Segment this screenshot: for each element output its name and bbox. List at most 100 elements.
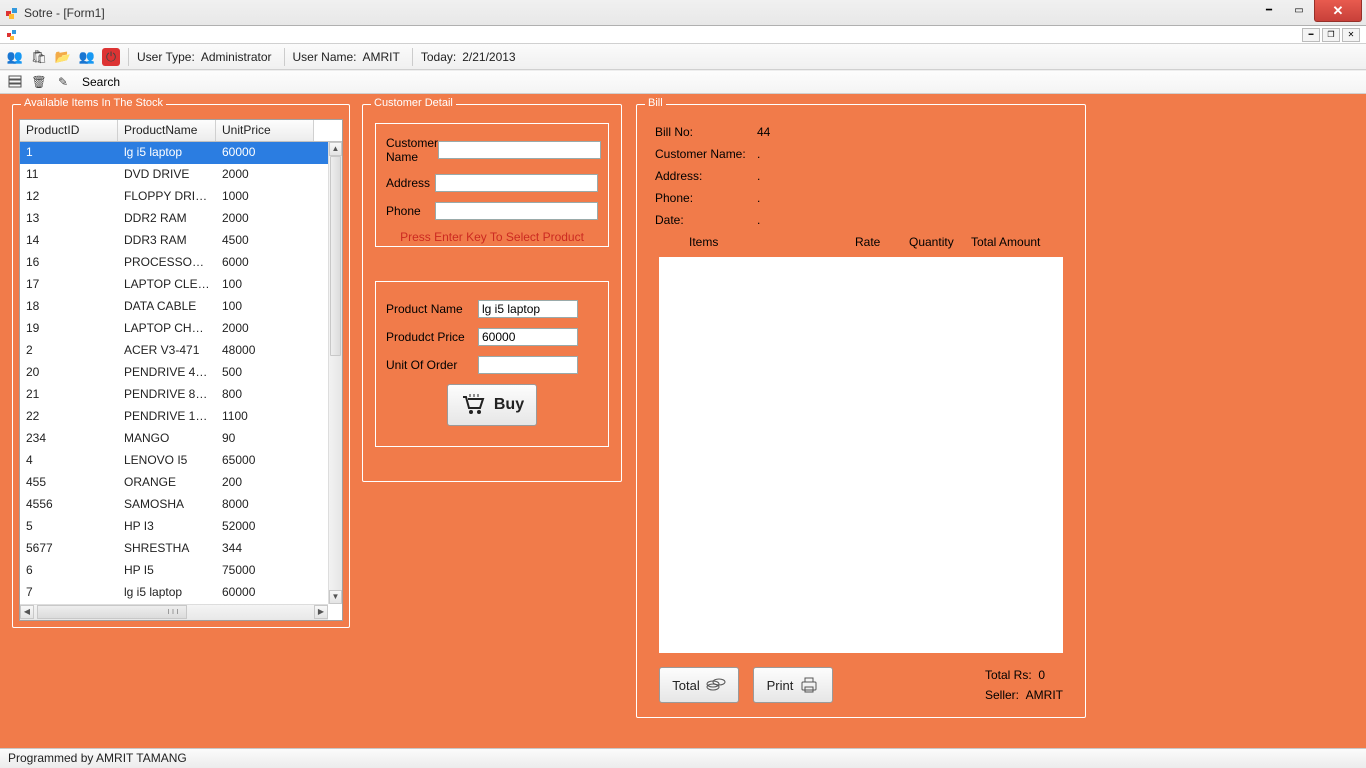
edit-icon[interactable]: ✎ (54, 73, 72, 91)
mdi-row: ━ ❐ ✕ (0, 26, 1366, 44)
col-header-price[interactable]: UnitPrice (216, 120, 314, 141)
table-row[interactable]: 22PENDRIVE 16GB1100 (20, 406, 328, 428)
product-price-label: Produdct Price (386, 330, 478, 344)
customer-groupbox: Customer Detail Customer Name Address Ph… (362, 104, 622, 482)
col-header-id[interactable]: ProductID (20, 120, 118, 141)
cell-price: 500 (216, 362, 314, 384)
mdi-minimize-button[interactable]: ━ (1302, 28, 1320, 42)
content-area: Available Items In The Stock ProductID P… (0, 94, 1366, 748)
table-row[interactable]: 12FLOPPY DRIVE1000 (20, 186, 328, 208)
cell-name: HP I3 (118, 516, 216, 538)
users-icon[interactable]: 👥 (6, 48, 24, 66)
table-row[interactable]: 18DATA CABLE100 (20, 296, 328, 318)
col-rate: Rate (855, 235, 909, 249)
cell-price: 2000 (216, 208, 314, 230)
cell-price: 65000 (216, 450, 314, 472)
buy-label: Buy (494, 396, 524, 414)
minimize-button[interactable]: ━ (1254, 0, 1284, 20)
table-row[interactable]: 5677SHRESTHA344 (20, 538, 328, 560)
username-value: AMRIT (363, 50, 400, 64)
table-row[interactable]: 6HP I575000 (20, 560, 328, 582)
print-button[interactable]: Print (753, 667, 833, 703)
group-icon[interactable]: 👥 (78, 48, 96, 66)
cell-id: 4556 (20, 494, 118, 516)
seller-value: AMRIT (1026, 688, 1063, 702)
vertical-scrollbar[interactable]: ▲ ▼ (328, 142, 342, 604)
cell-name: PENDRIVE 16GB (118, 406, 216, 428)
cell-price: 4500 (216, 230, 314, 252)
customer-legend: Customer Detail (371, 97, 456, 109)
cell-price: 200 (216, 472, 314, 494)
table-row[interactable]: 455ORANGE200 (20, 472, 328, 494)
total-button[interactable]: Total (659, 667, 739, 703)
close-button[interactable]: ✕ (1314, 0, 1362, 22)
table-row[interactable]: 1lg i5 laptop60000 (20, 142, 328, 164)
horizontal-scrollbar[interactable]: ◀ ııı ▶ (20, 604, 328, 620)
unit-order-input[interactable] (478, 356, 578, 374)
cell-price: 8000 (216, 494, 314, 516)
table-row[interactable]: 234MANGO90 (20, 428, 328, 450)
table-row[interactable]: 14DDR3 RAM4500 (20, 230, 328, 252)
list-icon[interactable] (6, 73, 24, 91)
table-row[interactable]: 21PENDRIVE 8GB800 (20, 384, 328, 406)
scroll-right-button[interactable]: ▶ (314, 605, 328, 619)
customer-phone-input[interactable] (435, 202, 598, 220)
table-row[interactable]: 13DDR2 RAM2000 (20, 208, 328, 230)
customer-panel: Customer Name Address Phone Press Enter … (375, 123, 609, 247)
mdi-close-button[interactable]: ✕ (1342, 28, 1360, 42)
bill-info: Bill No:44 Customer Name:. Address:. Pho… (655, 121, 1067, 231)
cell-price: 2000 (216, 318, 314, 340)
bill-items-list[interactable] (659, 257, 1063, 653)
table-row[interactable]: 20PENDRIVE 4GB500 (20, 362, 328, 384)
print-label: Print (767, 678, 794, 693)
power-icon[interactable]: ⏻ (102, 48, 120, 66)
product-panel: Product Name Produdct Price Unit Of Orde… (375, 281, 609, 447)
table-row[interactable]: 7lg i5 laptop60000 (20, 582, 328, 604)
usertype-value: Administrator (201, 50, 272, 64)
cell-price: 1100 (216, 406, 314, 428)
table-row[interactable]: 5HP I352000 (20, 516, 328, 538)
scroll-thumb[interactable] (330, 156, 341, 356)
table-row[interactable]: 4LENOVO I565000 (20, 450, 328, 472)
buy-button[interactable]: Buy (447, 384, 537, 426)
scroll-left-button[interactable]: ◀ (20, 605, 34, 619)
cell-id: 18 (20, 296, 118, 318)
scroll-down-button[interactable]: ▼ (329, 590, 342, 604)
table-row[interactable]: 4556SAMOSHA8000 (20, 494, 328, 516)
cell-price: 60000 (216, 142, 314, 164)
cell-price: 800 (216, 384, 314, 406)
today-label: Today: (421, 50, 456, 64)
table-row[interactable]: 11DVD DRIVE2000 (20, 164, 328, 186)
cell-name: PROCESSOR I3 ... (118, 252, 216, 274)
cell-id: 2 (20, 340, 118, 362)
cell-price: 90 (216, 428, 314, 450)
bill-legend: Bill (645, 97, 666, 109)
table-row[interactable]: 2ACER V3-47148000 (20, 340, 328, 362)
bill-no-value: 44 (757, 121, 770, 143)
cell-name: ACER V3-471 (118, 340, 216, 362)
product-price-input[interactable] (478, 328, 578, 346)
scroll-up-button[interactable]: ▲ (329, 142, 342, 156)
stock-grid[interactable]: ProductID ProductName UnitPrice 1lg i5 l… (19, 119, 343, 621)
table-row[interactable]: 17LAPTOP CLEAN...100 (20, 274, 328, 296)
cart-icon[interactable]: 🛍 (30, 48, 48, 66)
hscroll-thumb[interactable] (37, 605, 187, 619)
table-row[interactable]: 19LAPTOP CHARG...2000 (20, 318, 328, 340)
trash-icon[interactable]: 🗑 (30, 73, 48, 91)
table-row[interactable]: 16PROCESSOR I3 ...6000 (20, 252, 328, 274)
search-menu[interactable]: Search (78, 74, 124, 90)
maximize-button[interactable]: ▭ (1284, 0, 1314, 20)
customer-address-input[interactable] (435, 174, 598, 192)
mdi-restore-button[interactable]: ❐ (1322, 28, 1340, 42)
product-name-input[interactable] (478, 300, 578, 318)
usertype-label: User Type: (137, 50, 195, 64)
cell-name: SAMOSHA (118, 494, 216, 516)
folder-icon[interactable]: 📂 (54, 48, 72, 66)
bill-cust-label: Customer Name: (655, 143, 757, 165)
cell-name: DATA CABLE (118, 296, 216, 318)
col-header-name[interactable]: ProductName (118, 120, 216, 141)
customer-name-input[interactable] (438, 141, 601, 159)
cell-id: 22 (20, 406, 118, 428)
coins-icon (706, 676, 726, 694)
main-toolbar: 👥 🛍 📂 👥 ⏻ User Type: Administrator User … (0, 44, 1366, 70)
